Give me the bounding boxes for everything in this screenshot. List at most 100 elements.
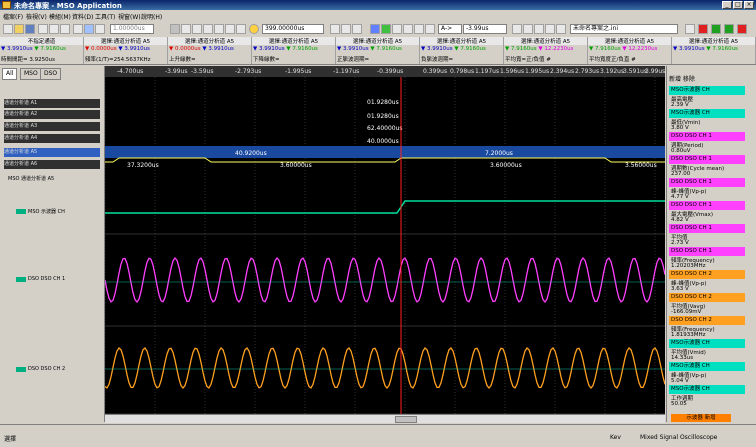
- zoom-out-icon[interactable]: [341, 24, 351, 34]
- zoom-in-icon[interactable]: [330, 24, 340, 34]
- run-icon[interactable]: [170, 24, 180, 34]
- meas-col-8[interactable]: 選擇:通道分析道 A5 ▼ 3.9910us ▼ 7.9160us: [672, 37, 756, 64]
- print-icon[interactable]: [38, 24, 48, 34]
- bookmark-icon[interactable]: [534, 24, 544, 34]
- signal-row[interactable]: 通道分析道 A4: [4, 134, 100, 143]
- marker-icon[interactable]: [403, 24, 413, 34]
- app-icon: [2, 1, 11, 9]
- menu-data[interactable]: 資料(D): [72, 12, 93, 21]
- measure-item-header[interactable]: MSO示波器 CH: [669, 385, 745, 394]
- time-position-field[interactable]: 399.00000us: [262, 24, 324, 34]
- meas-col-4[interactable]: 選擇:通道分析道 A5 ▼ 3.9910us ▼ 7.9160us 正脈波週期=: [336, 37, 420, 64]
- cursor-b-icon[interactable]: [381, 24, 391, 34]
- measure-item-header[interactable]: DSO DSO CH 1: [669, 132, 745, 141]
- measure-item-header[interactable]: DSO DSO CH 1: [669, 201, 745, 210]
- copy-icon[interactable]: [49, 24, 59, 34]
- time-tick: -2.793us: [235, 68, 262, 75]
- measure-item-header[interactable]: DSO DSO CH 1: [669, 224, 745, 233]
- measure-item-header[interactable]: MSO示波器 CH: [669, 362, 745, 371]
- project-select[interactable]: 未命名專案之.ini: [570, 24, 678, 34]
- menu-tools[interactable]: 工具(T): [95, 12, 115, 21]
- meas-col-1[interactable]: 選擇:通道分析道 A5 ▼ 0.0000us ▼ 3.9910us 頻率(1/T…: [84, 37, 168, 64]
- meas-header: 選擇:通道分析道 A5: [588, 37, 671, 45]
- stop-record-icon[interactable]: [698, 24, 708, 34]
- signal-row[interactable]: 通道分析道 A1: [4, 99, 100, 108]
- scroll-thumb[interactable]: [395, 416, 417, 423]
- zoom-fit-icon[interactable]: [352, 24, 362, 34]
- open-folder-icon[interactable]: [14, 24, 24, 34]
- meas-col-6[interactable]: 選擇:通道分析道 A5 ▼ 7.9160us ▼ 12.2230us 平均寬=正…: [504, 37, 588, 64]
- measure-item-header[interactable]: MSO示波器 CH: [669, 109, 745, 118]
- meas-name: 平均寬=正/負值 #: [505, 57, 551, 63]
- zoom-icon[interactable]: [225, 24, 235, 34]
- signal-row[interactable]: 通道分析道 A3: [4, 122, 100, 131]
- grid-icon[interactable]: [236, 24, 246, 34]
- measure-item-header[interactable]: DSO DSO CH 2: [669, 293, 745, 302]
- measure-item-header[interactable]: DSO DSO CH 1: [669, 178, 745, 187]
- minimize-button[interactable]: _: [722, 1, 732, 9]
- signal-row[interactable]: 通道分析道 A6: [4, 160, 100, 169]
- single-icon[interactable]: [192, 24, 202, 34]
- meas-col-3[interactable]: 選擇:通道分析道 A5 ▼ 3.9910us ▼ 7.9160us 下降緣數=: [252, 37, 336, 64]
- undo-icon[interactable]: [73, 24, 83, 34]
- close-button[interactable]: ×: [744, 1, 754, 9]
- channel-label-ch1[interactable]: DSO DSO CH 1: [28, 276, 65, 282]
- new-file-icon[interactable]: [3, 24, 13, 34]
- tab-all[interactable]: All: [2, 68, 18, 80]
- sample-rate-select[interactable]: 1.00000us: [110, 24, 154, 34]
- channel-label-mso[interactable]: MSO 示波器 CH: [28, 208, 65, 215]
- measure-icon[interactable]: [392, 24, 402, 34]
- channel-color-icon: [16, 277, 26, 282]
- measure-item-header[interactable]: DSO DSO CH 1: [669, 247, 745, 256]
- horizontal-scrollbar[interactable]: [105, 414, 665, 423]
- menu-view[interactable]: 檢視(V): [26, 12, 47, 21]
- time-icon[interactable]: [249, 24, 259, 34]
- cursor-select[interactable]: A->: [438, 24, 462, 34]
- meas-col-5[interactable]: 選擇:通道分析道 A5 ▼ 3.9910us ▼ 7.9160us 負脈波週期=: [420, 37, 504, 64]
- measure-item-value: 2.39 V: [671, 102, 689, 108]
- settings-icon[interactable]: [556, 24, 566, 34]
- measure-item-header[interactable]: DSO DSO CH 1: [669, 155, 745, 164]
- menu-help[interactable]: 說明(H): [141, 12, 162, 21]
- channel-label-ch2[interactable]: DSO DSO CH 2: [28, 366, 65, 372]
- segment-3: 3.60000us: [490, 162, 522, 169]
- menu-module[interactable]: 模組(M): [49, 12, 71, 21]
- filter-icon[interactable]: [425, 24, 435, 34]
- time-tick: -1.995us: [285, 68, 312, 75]
- cursor-value-field[interactable]: -3.99us: [463, 24, 507, 34]
- add-remove-header[interactable]: 新增 移除: [669, 74, 695, 83]
- signal-row[interactable]: 通道分析道 A2: [4, 110, 100, 119]
- meas-col-2[interactable]: 選擇:通道分析道 A5 ▼ 0.0000us ▼ 3.9910us 上升緣數=: [168, 37, 252, 64]
- halt-icon[interactable]: [737, 24, 747, 34]
- measure-item-header[interactable]: MSO示波器 CH: [669, 339, 745, 348]
- play-icon[interactable]: [711, 24, 721, 34]
- annotation-4: 40.0000us: [367, 138, 399, 145]
- help-icon[interactable]: [95, 24, 105, 34]
- measure-item-header[interactable]: DSO DSO CH 2: [669, 316, 745, 325]
- export-icon[interactable]: [545, 24, 555, 34]
- stop-icon[interactable]: [181, 24, 191, 34]
- step-icon[interactable]: [724, 24, 734, 34]
- trigger-icon[interactable]: [214, 24, 224, 34]
- prev-edge-icon[interactable]: [512, 24, 522, 34]
- measure-item-header[interactable]: DSO DSO CH 2: [669, 270, 745, 279]
- tab-dso[interactable]: DSO: [40, 68, 62, 80]
- capture-icon[interactable]: [84, 24, 94, 34]
- add-scope-button[interactable]: 示波器 新增: [671, 414, 731, 422]
- maximize-button[interactable]: □: [733, 1, 743, 9]
- waveform-area[interactable]: 40.9200us 7.2000us 01.9280us 01.9280us 6…: [105, 66, 665, 414]
- tab-mso[interactable]: MSO: [20, 68, 42, 80]
- menu-file[interactable]: 檔案(F): [3, 12, 23, 21]
- search-icon[interactable]: [414, 24, 424, 34]
- meas-col-0[interactable]: 不指定通道 ▼ 3.9910us ▼ 7.9160us 時間間距= 3.9250…: [0, 37, 84, 64]
- save-icon[interactable]: [25, 24, 35, 34]
- paste-icon[interactable]: [60, 24, 70, 34]
- signal-row-selected[interactable]: 通道分析道 A5: [4, 148, 100, 157]
- menu-window[interactable]: 視窗(W): [118, 12, 141, 21]
- cursor-a-icon[interactable]: [370, 24, 380, 34]
- measure-item-header[interactable]: MSO示波器 CH: [669, 86, 745, 95]
- record-icon[interactable]: [685, 24, 695, 34]
- meas-col-7[interactable]: 選擇:通道分析道 A5 ▼ 7.9160us ▼ 12.2230us 平均寬度正…: [588, 37, 672, 64]
- auto-icon[interactable]: [203, 24, 213, 34]
- next-edge-icon[interactable]: [523, 24, 533, 34]
